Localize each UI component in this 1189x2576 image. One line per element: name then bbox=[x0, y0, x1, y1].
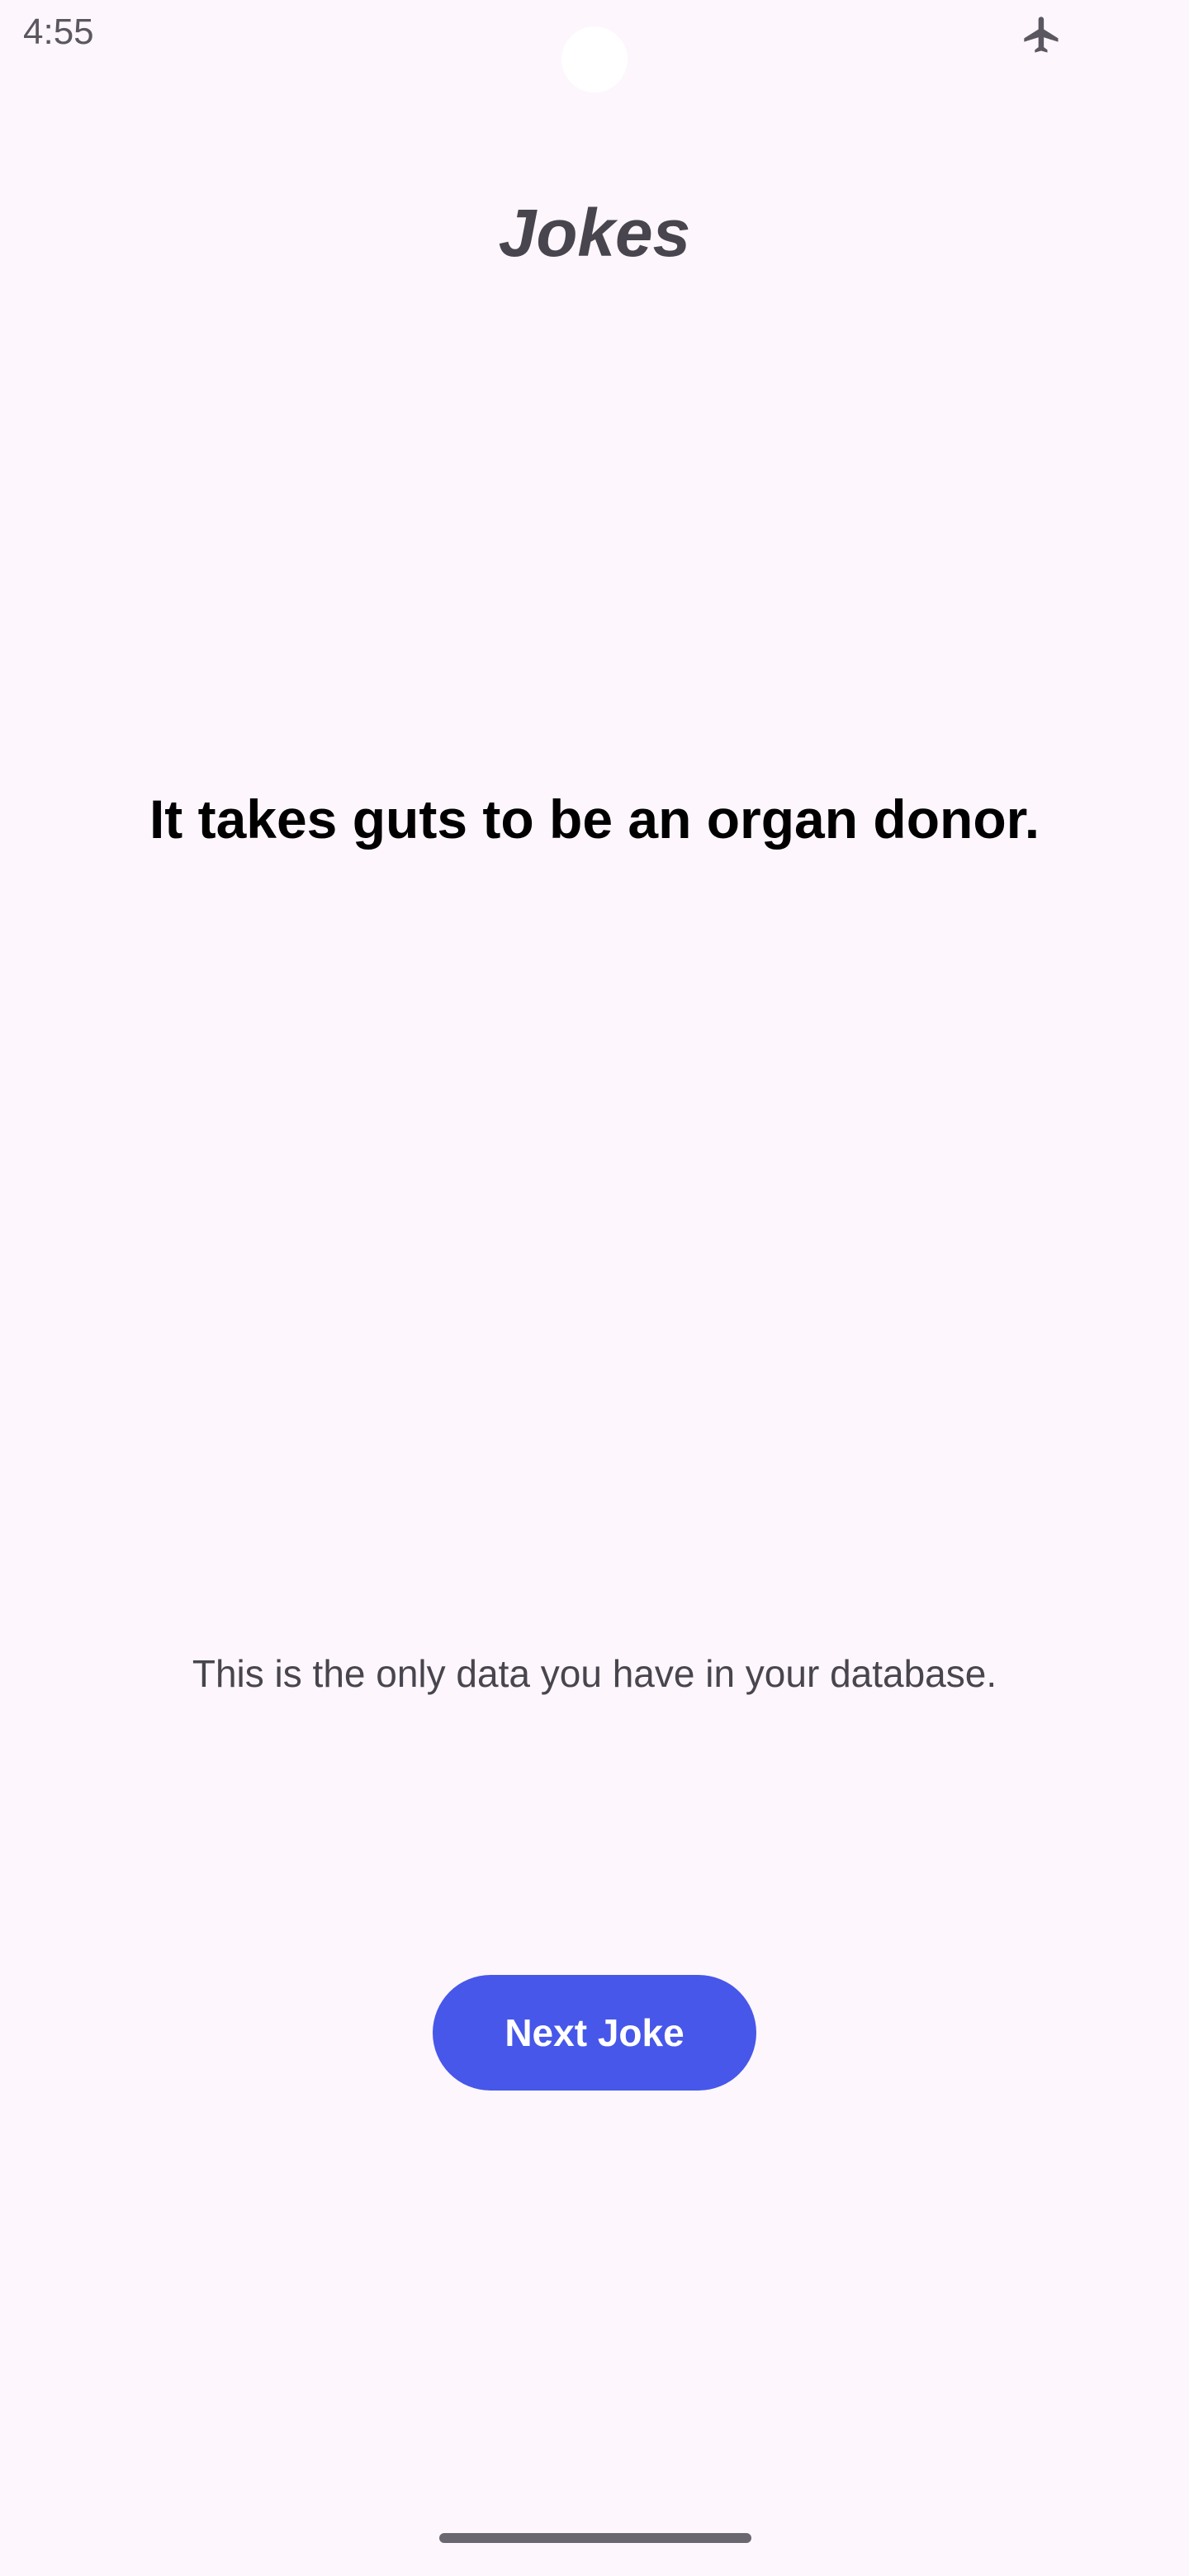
app-screen: 4:55 Jokes It takes guts to be an organ … bbox=[0, 0, 1189, 2576]
camera-cutout bbox=[561, 26, 628, 92]
database-info-text: This is the only data you have in your d… bbox=[192, 1652, 997, 1695]
airplane-mode-icon bbox=[1024, 17, 1059, 53]
page-title: Jokes bbox=[498, 196, 691, 271]
status-time: 4:55 bbox=[23, 12, 94, 52]
joke-text: It takes guts to be an organ donor. bbox=[149, 788, 1040, 850]
home-indicator[interactable] bbox=[439, 2533, 751, 2543]
status-bar: 4:55 bbox=[0, 0, 1189, 92]
next-joke-button[interactable]: Next Joke bbox=[433, 1975, 756, 2091]
